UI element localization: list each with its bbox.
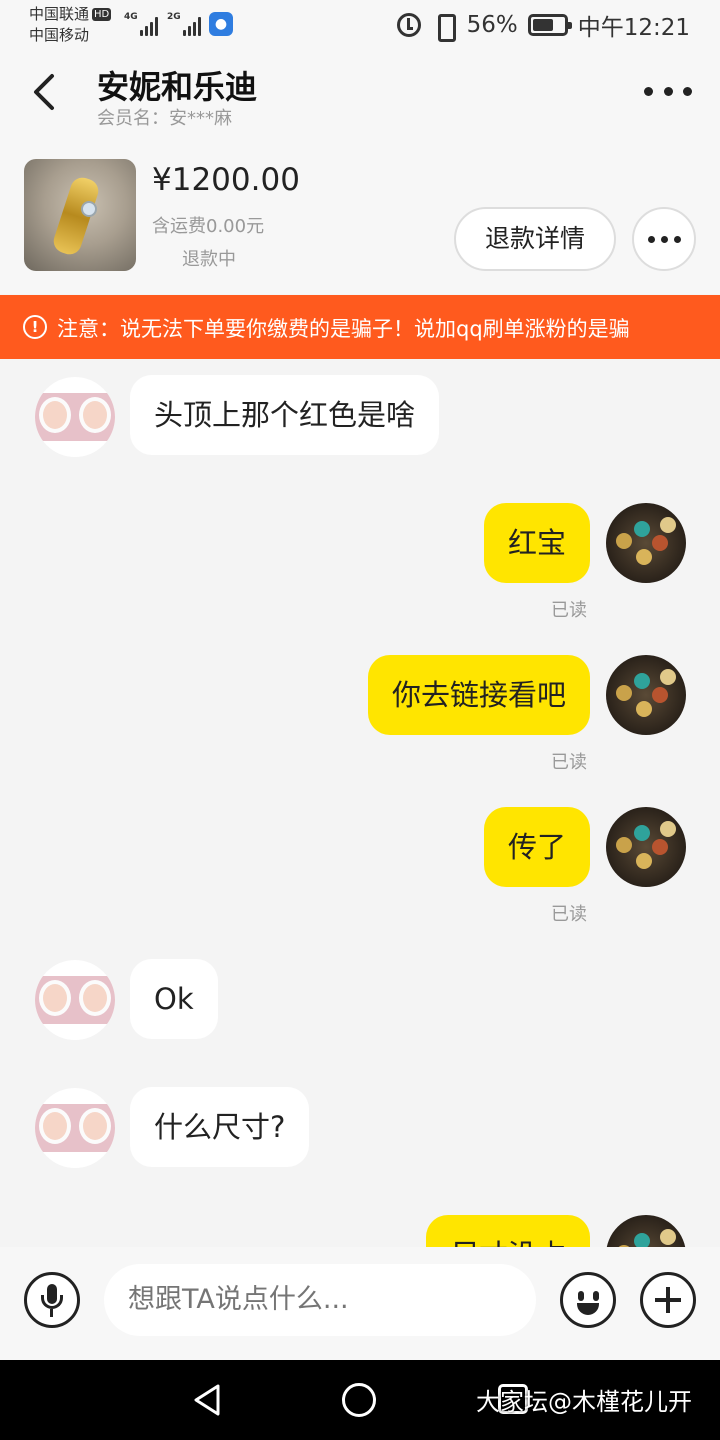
ring-image bbox=[50, 174, 102, 258]
carrier-1: 中国联通 bbox=[29, 5, 90, 23]
hd-badge: HD bbox=[92, 8, 112, 21]
carrier-info: 中国联通 HD 中国移动 bbox=[29, 4, 112, 46]
my-avatar[interactable] bbox=[606, 503, 686, 583]
status-bar: 中国联通 HD 中国移动 4G 2G ● 56% 中午12:21 bbox=[0, 0, 720, 52]
contact-avatar[interactable] bbox=[35, 377, 115, 457]
dot-icon bbox=[647, 235, 655, 243]
network-type-2: 2G bbox=[167, 12, 181, 22]
signal-icon: 2G bbox=[167, 12, 201, 36]
signal-icon: 4G bbox=[124, 12, 158, 36]
input-bar bbox=[0, 1247, 720, 1360]
message-bubble-incoming[interactable]: 什么尺寸? bbox=[130, 1087, 310, 1167]
product-thumbnail[interactable] bbox=[24, 159, 136, 271]
nav-home-icon[interactable] bbox=[342, 1383, 376, 1417]
dot-icon bbox=[660, 235, 668, 243]
my-avatar[interactable] bbox=[606, 807, 686, 887]
system-nav-bar: 大家坛@木槿花儿开 bbox=[0, 1360, 720, 1440]
voice-button[interactable] bbox=[24, 1272, 80, 1328]
my-avatar[interactable] bbox=[606, 1215, 686, 1247]
read-receipt: 已读 bbox=[551, 600, 587, 621]
contact-avatar[interactable] bbox=[35, 1088, 115, 1168]
emoji-button[interactable] bbox=[560, 1272, 616, 1328]
dot-icon bbox=[673, 235, 681, 243]
carrier-2: 中国移动 bbox=[29, 26, 90, 44]
message-bubble-outgoing[interactable]: 传了 bbox=[483, 807, 590, 887]
gem-image bbox=[81, 201, 97, 217]
product-price: ¥1200.00 bbox=[152, 162, 300, 198]
bulb-icon: ● bbox=[209, 12, 233, 36]
vibrate-icon bbox=[431, 13, 457, 42]
contact-avatar[interactable] bbox=[35, 960, 115, 1040]
message-bubble-outgoing[interactable]: 你去链接看吧 bbox=[367, 655, 590, 735]
message-bubble-outgoing[interactable]: 红宝 bbox=[483, 503, 590, 583]
warning-icon: ! bbox=[23, 315, 47, 339]
add-button[interactable] bbox=[640, 1272, 696, 1328]
refund-details-button[interactable]: 退款详情 bbox=[454, 207, 616, 271]
warning-text: 注意：说无法下单要你缴费的是骗子！说加qq刷单涨粉的是骗 bbox=[57, 317, 630, 341]
product-more-button[interactable] bbox=[632, 207, 696, 271]
my-avatar[interactable] bbox=[606, 655, 686, 735]
dot-icon bbox=[663, 86, 673, 96]
read-receipt: 已读 bbox=[551, 752, 587, 773]
member-name: 会员名：安***麻 bbox=[97, 108, 232, 129]
warning-banner: ! 注意：说无法下单要你缴费的是骗子！说加qq刷单涨粉的是骗 bbox=[0, 295, 720, 359]
chevron-left-icon bbox=[34, 74, 54, 110]
message-bubble-outgoing[interactable]: 尺寸没占 bbox=[425, 1215, 590, 1247]
clock: 中午12:21 bbox=[577, 15, 690, 41]
nav-back-icon[interactable] bbox=[190, 1382, 224, 1418]
message-input[interactable] bbox=[104, 1264, 536, 1336]
alarm-icon bbox=[396, 13, 421, 37]
message-list[interactable]: 头顶上那个红色是啥 红宝 已读 你去链接看吧 已读 传了 已读 Ok 什么尺寸?… bbox=[0, 359, 720, 1247]
more-options-button[interactable] bbox=[644, 78, 692, 104]
shipping-info: 含运费0.00元 bbox=[152, 216, 265, 237]
dot-icon bbox=[683, 86, 692, 96]
product-card[interactable]: ¥1200.00 含运费0.00元 退款中 退款详情 bbox=[0, 142, 720, 294]
dot-icon bbox=[644, 86, 653, 96]
status-right: 56% 中午12:21 bbox=[396, 8, 690, 42]
message-bubble-incoming[interactable]: Ok bbox=[130, 959, 218, 1039]
back-button[interactable] bbox=[26, 70, 66, 114]
battery-icon bbox=[527, 14, 572, 36]
battery-percent: 56% bbox=[466, 12, 518, 38]
network-type-1: 4G bbox=[124, 12, 138, 22]
refund-status: 退款中 bbox=[182, 249, 236, 270]
read-receipt: 已读 bbox=[551, 904, 587, 925]
chat-header: 安妮和乐迪 会员名：安***麻 bbox=[0, 52, 720, 142]
page-title: 安妮和乐迪 bbox=[97, 68, 258, 106]
watermark: 大家坛@木槿花儿开 bbox=[476, 1388, 692, 1416]
message-bubble-incoming[interactable]: 头顶上那个红色是啥 bbox=[130, 375, 440, 455]
